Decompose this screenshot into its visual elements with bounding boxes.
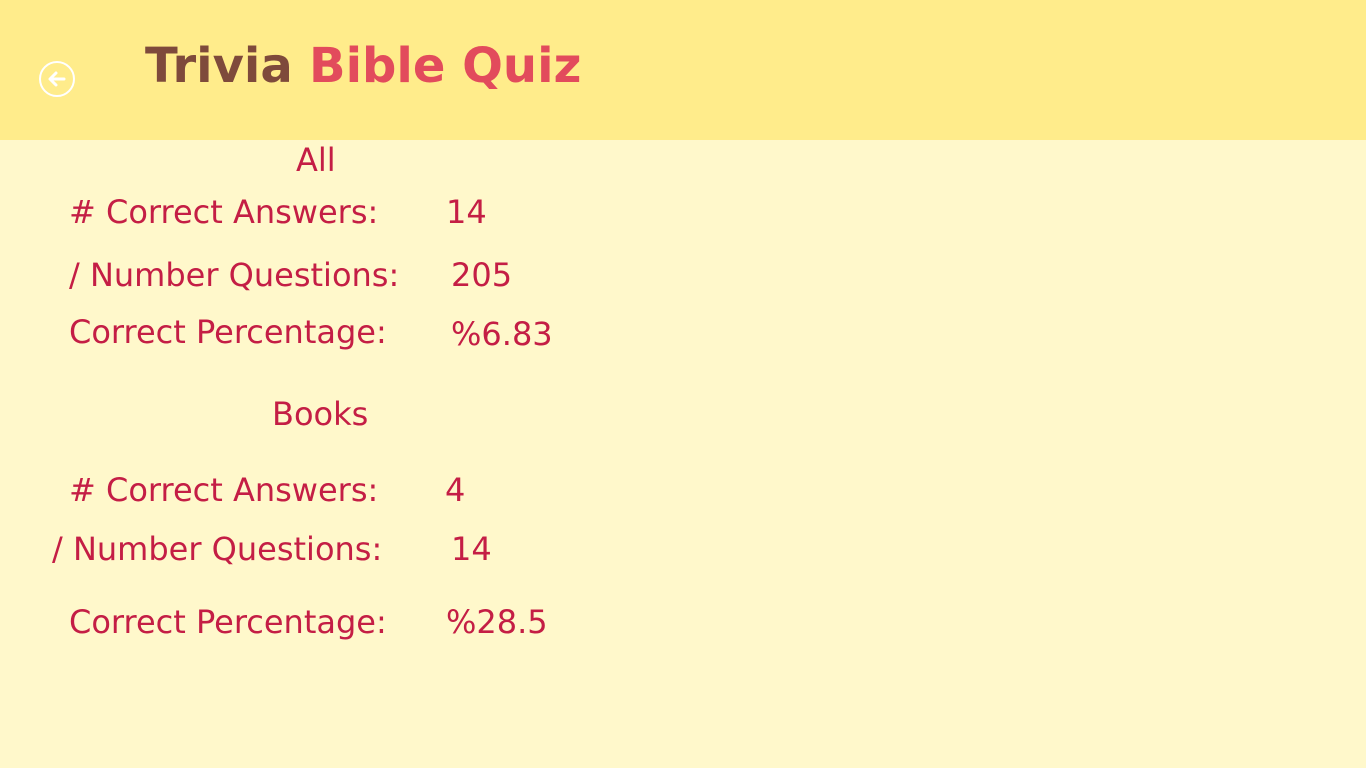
correct-answers-value: 14 xyxy=(446,193,487,231)
number-questions-label: / Number Questions: xyxy=(69,256,400,294)
correct-answers-value: 4 xyxy=(445,471,466,509)
section-heading-all: All xyxy=(296,141,336,179)
section-heading-books: Books xyxy=(272,395,369,433)
back-button[interactable] xyxy=(39,61,75,97)
number-questions-value: 205 xyxy=(451,256,513,294)
arrow-left-icon xyxy=(48,71,66,87)
correct-answers-label: # Correct Answers: xyxy=(69,193,379,231)
correct-percentage-label: Correct Percentage: xyxy=(69,313,387,351)
page-title-bible-quiz: Bible Quiz xyxy=(309,38,582,94)
correct-percentage-value: %28.5 xyxy=(446,603,548,641)
page-title-trivia: Trivia xyxy=(145,38,293,94)
correct-percentage-value: %6.83 xyxy=(451,315,553,353)
app-header: Trivia Bible Quiz xyxy=(0,0,1366,140)
correct-percentage-label: Correct Percentage: xyxy=(69,603,387,641)
number-questions-value: 14 xyxy=(451,530,492,568)
number-questions-label: / Number Questions: xyxy=(52,530,383,568)
correct-answers-label: # Correct Answers: xyxy=(69,471,379,509)
